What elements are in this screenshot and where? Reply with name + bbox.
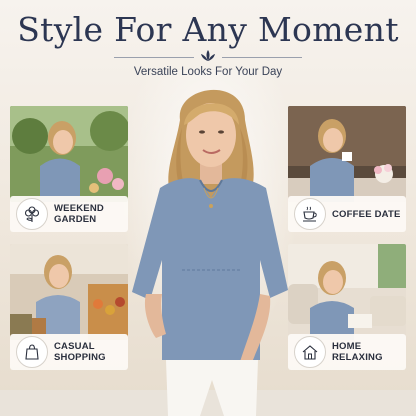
home-relaxing-photo [288, 244, 406, 340]
card-home-relaxing[interactable]: HOME RELAXING [288, 244, 406, 370]
weekend-garden-photo [10, 106, 130, 202]
page-title: Style For Any Moment [17, 10, 399, 49]
card-coffee-date[interactable]: COFFEE DATE [288, 106, 406, 232]
card-weekend-garden[interactable]: WEEKEND GARDEN [10, 106, 130, 232]
home-relaxing-label: HOME RELAXING [332, 341, 383, 363]
coffee-date-photo [288, 106, 406, 202]
casual-shopping-label: CASUAL SHOPPING [54, 341, 106, 363]
home-relaxing-caption: HOME RELAXING [288, 334, 406, 370]
coffee-cup-icon [294, 198, 326, 230]
title-divider-left [114, 57, 194, 58]
coffee-date-label: COFFEE DATE [332, 208, 401, 220]
title-divider-right [222, 57, 302, 58]
weekend-garden-label: WEEKEND GARDEN [54, 203, 104, 225]
coffee-date-caption: COFFEE DATE [288, 196, 406, 232]
model-photo [132, 89, 288, 416]
casual-shopping-photo [10, 244, 128, 340]
page-subtitle: Versatile Looks For Your Day [133, 66, 283, 78]
card-casual-shopping[interactable]: CASUAL SHOPPING [10, 244, 128, 370]
flower-icon [16, 198, 48, 230]
house-icon [294, 336, 326, 368]
shopping-bag-icon [16, 336, 48, 368]
casual-shopping-caption: CASUAL SHOPPING [10, 334, 128, 370]
lotus-icon [201, 50, 215, 61]
weekend-garden-caption: WEEKEND GARDEN [10, 196, 128, 232]
